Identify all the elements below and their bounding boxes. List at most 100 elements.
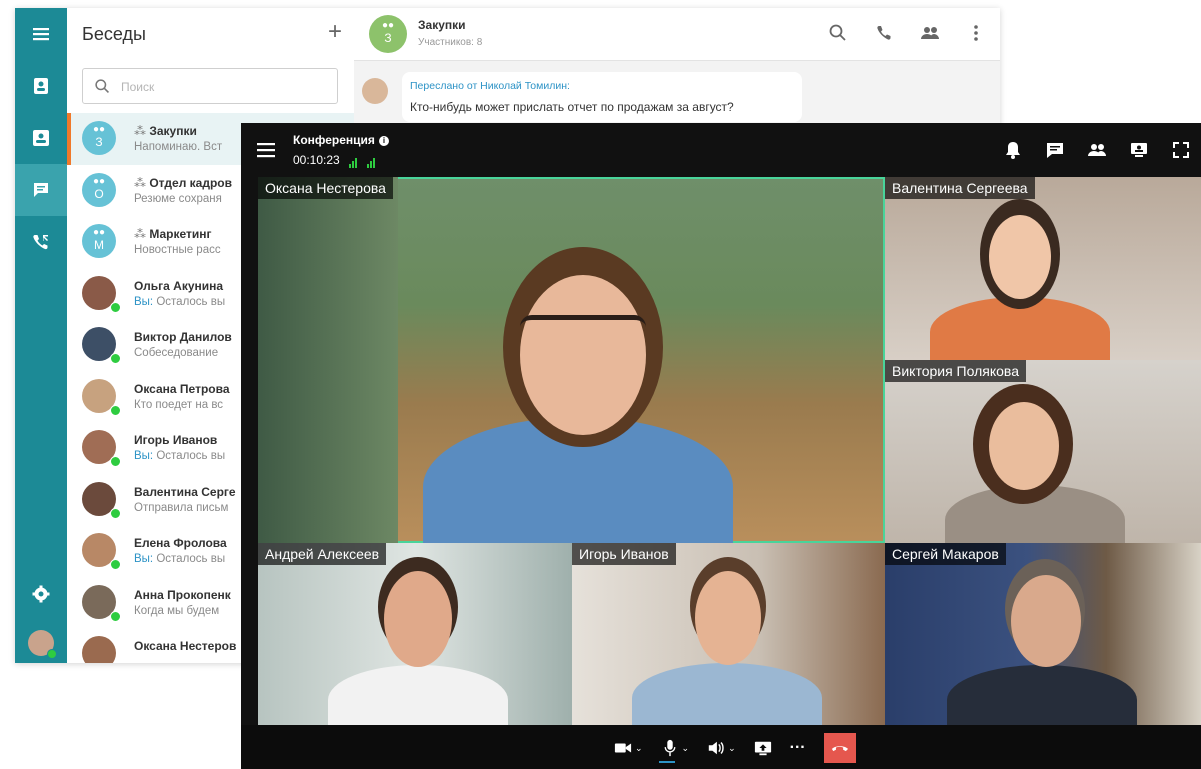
video-tile[interactable]: Сергей Макаров: [885, 543, 1201, 726]
video-tile[interactable]: Андрей Алексеев: [258, 543, 572, 726]
video-tile[interactable]: Виктория Полякова: [885, 360, 1201, 543]
group-chat-icon: ●●: [381, 20, 395, 31]
calls-button[interactable]: [15, 216, 67, 268]
conference-window: Конференция i 00:10:23 Оксана Нестерова В…: [241, 123, 1201, 769]
conversation-name: ⁂ Закупки: [134, 124, 197, 138]
chevron-down-icon[interactable]: ⌄: [682, 743, 690, 754]
group-avatar: ●● О: [82, 172, 116, 207]
online-status-dot: [110, 404, 121, 416]
participant-figure: [695, 571, 761, 665]
conversation-name: Игорь Иванов: [134, 433, 218, 447]
conference-header: Конференция i 00:10:23: [241, 123, 1201, 177]
search-icon[interactable]: [828, 23, 848, 43]
glasses-icon: [520, 315, 646, 350]
conversation-name: Виктор Данилов: [134, 330, 232, 344]
more-horizontal-icon: ···: [789, 739, 806, 756]
participant-name: Сергей Макаров: [885, 543, 1006, 565]
background-blur: [258, 177, 398, 543]
online-status-dot: [110, 610, 121, 622]
participant-figure: [328, 665, 508, 726]
participants-icon[interactable]: [920, 23, 940, 43]
group-chat-icon: ●●: [92, 227, 106, 238]
chevron-down-icon[interactable]: ⌄: [728, 743, 736, 754]
menu-button[interactable]: [15, 8, 67, 60]
message-text: Кто-нибудь может прислать отчет по прода…: [410, 100, 734, 114]
conversation-name: Елена Фролова: [134, 536, 227, 550]
video-tile[interactable]: Игорь Иванов: [572, 543, 885, 726]
participant-figure: [520, 275, 646, 435]
chat-title: Закупки: [418, 18, 466, 32]
group-avatar: ●● З: [82, 121, 116, 155]
phone-history-icon: [33, 235, 48, 250]
conversation-name: ⁂ Отдел кадров: [134, 175, 232, 190]
chat-icon[interactable]: [1045, 140, 1065, 160]
online-status-dot: [110, 559, 121, 570]
group-chat-icon: ●●: [92, 175, 106, 187]
participant-figure: [989, 215, 1051, 299]
contacts-icon: [34, 78, 48, 94]
address-book-button[interactable]: [15, 112, 67, 164]
conversation-name: ⁂ Маркетинг: [134, 227, 212, 241]
participants-icon[interactable]: [1087, 140, 1107, 160]
participant-name: Андрей Алексеев: [258, 543, 387, 565]
more-vertical-icon[interactable]: [966, 23, 986, 43]
camera-icon: [614, 743, 632, 753]
conversation-name: Оксана Петрова: [134, 381, 230, 396]
participant-name: Оксана Нестерова: [258, 177, 393, 199]
participant-name: Виктория Полякова: [885, 360, 1026, 382]
search-icon: [95, 79, 109, 93]
menu-icon: [257, 143, 275, 158]
video-tile-main[interactable]: Оксана Нестерова: [258, 177, 885, 543]
conference-title: Конференция i: [293, 133, 389, 147]
conversation-preview: Отправила письм: [134, 501, 229, 514]
screen-share-button[interactable]: [754, 739, 772, 757]
chevron-down-icon[interactable]: ⌄: [635, 743, 643, 754]
conversation-preview: Новостные расс: [134, 244, 221, 256]
conversation-name: Ольга Акунина: [134, 278, 224, 293]
participant-figure: [947, 665, 1137, 726]
online-status-dot: [110, 353, 121, 364]
mic-level-indicator: [659, 761, 675, 763]
microphone-button[interactable]: ⌄: [661, 739, 690, 757]
search-box[interactable]: [82, 68, 338, 104]
conversation-name: Валентина Серге: [134, 484, 236, 499]
hang-up-button[interactable]: [823, 733, 856, 763]
fullscreen-icon[interactable]: [1171, 140, 1191, 160]
speaker-icon: [708, 741, 724, 755]
more-button[interactable]: ···: [790, 739, 806, 757]
microphone-icon: [664, 739, 675, 757]
presenter-icon[interactable]: [1129, 140, 1149, 160]
chat-header: ●● З Закупки Участников: 8: [354, 8, 1000, 61]
bell-icon[interactable]: [1003, 140, 1023, 160]
conversation-preview: Когда мы будем: [134, 604, 220, 617]
message-avatar: [362, 78, 388, 104]
group-mark-icon: ⁂: [134, 124, 150, 138]
chat-subtitle: Участников: 8: [418, 37, 483, 48]
conversation-name: Оксана Нестеров: [134, 639, 237, 653]
online-status-dot: [110, 301, 121, 313]
video-tile[interactable]: Валентина Сергеева: [885, 177, 1201, 360]
chat-avatar: ●● З: [369, 15, 407, 53]
group-chat-icon: ●●: [92, 124, 106, 135]
signal-icon: [349, 154, 358, 168]
info-icon[interactable]: i: [378, 136, 389, 146]
settings-button[interactable]: [15, 568, 67, 620]
chats-button[interactable]: [15, 164, 67, 216]
conversation-preview: Резюме сохраня: [134, 192, 222, 205]
camera-button[interactable]: ⌄: [614, 739, 643, 757]
contacts-button[interactable]: [15, 60, 67, 112]
phone-icon[interactable]: [874, 23, 894, 43]
screen-share-icon: [754, 741, 771, 756]
participant-figure: [632, 663, 822, 726]
search-input[interactable]: [119, 77, 323, 97]
add-conversation-button[interactable]: +: [328, 18, 342, 46]
participant-figure: [989, 402, 1059, 490]
participant-figure: [384, 571, 452, 667]
nav-rail: [15, 8, 67, 663]
speaker-button[interactable]: ⌄: [707, 739, 736, 757]
address-book-icon: [33, 130, 49, 146]
conversation-preview: Кто поедет на вс: [134, 398, 224, 411]
conversation-preview: Вы: Осталось вы: [134, 295, 226, 308]
conference-menu-button[interactable]: [257, 142, 275, 163]
group-mark-icon: ⁂: [134, 227, 150, 241]
